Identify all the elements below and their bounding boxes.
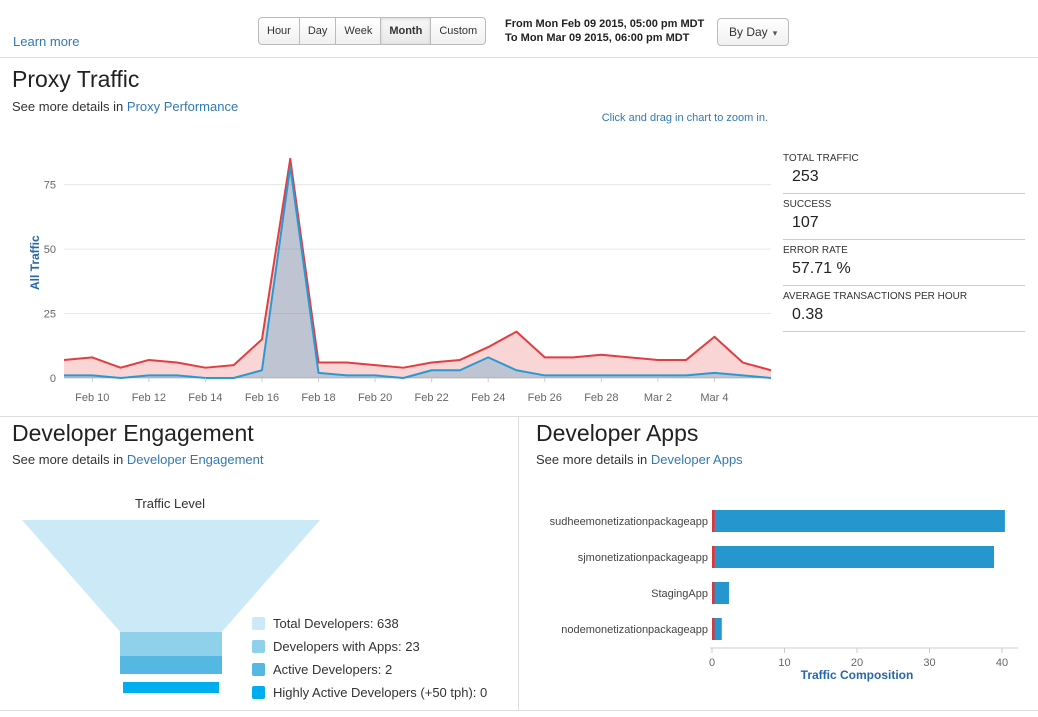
- svg-text:50: 50: [44, 244, 56, 256]
- dev-apps-subtitle-text: See more details in: [536, 452, 648, 467]
- svg-text:0: 0: [50, 373, 56, 385]
- svg-text:StagingApp: StagingApp: [651, 588, 708, 600]
- svg-text:sjmonetizationpackageapp: sjmonetizationpackageapp: [578, 552, 708, 564]
- svg-text:Feb 28: Feb 28: [584, 392, 618, 404]
- date-from-text: From Mon Feb 09 2015, 05:00 pm MDT: [505, 18, 705, 30]
- panel-divider: [518, 417, 519, 710]
- proxy-traffic-chart[interactable]: 0 25 50 75 Feb 10 Feb 12 Feb 14 Feb 16 Feb 18 Feb…: [18, 130, 783, 410]
- funnel-legend: Total Developers: 638 Developers with Ap…: [252, 616, 487, 708]
- date-to-text: To Mon Mar 09 2015, 06:00 pm MDT: [505, 32, 690, 44]
- svg-text:nodemonetizationpackageapp: nodemonetizationpackageapp: [561, 624, 708, 636]
- developer-apps-link[interactable]: Developer Apps: [651, 452, 743, 467]
- range-hour-button[interactable]: Hour: [258, 17, 300, 45]
- svg-text:Feb 24: Feb 24: [471, 392, 505, 404]
- legend-item-total-developers: Total Developers: 638: [252, 616, 487, 631]
- legend-label: Total Developers: 638: [273, 616, 399, 631]
- svg-text:75: 75: [44, 180, 56, 192]
- svg-text:Mar 2: Mar 2: [644, 392, 672, 404]
- section-divider: [0, 416, 1038, 417]
- range-month-button[interactable]: Month: [380, 17, 432, 45]
- legend-item-highly-active-developers: Highly Active Developers (+50 tph): 0: [252, 685, 487, 700]
- stat-label: ERROR RATE: [783, 245, 848, 256]
- svg-text:Feb 10: Feb 10: [75, 392, 109, 404]
- stat-total-traffic: TOTAL TRAFFIC 253: [783, 148, 1025, 194]
- svg-text:Mar 4: Mar 4: [700, 392, 728, 404]
- legend-swatch: [252, 617, 265, 630]
- group-by-label: By Day: [729, 25, 768, 39]
- learn-more-link[interactable]: Learn more: [13, 34, 79, 49]
- stat-value: 107: [792, 214, 819, 231]
- range-week-button[interactable]: Week: [335, 17, 382, 45]
- svg-text:Feb 20: Feb 20: [358, 392, 392, 404]
- legend-label: Active Developers: 2: [273, 662, 393, 677]
- funnel-stage-active-developers: [120, 656, 222, 674]
- stat-value: 0.38: [792, 306, 824, 323]
- funnel-stage-highly-active-developers: [123, 682, 219, 693]
- legend-item-developers-with-apps: Developers with Apps: 23: [252, 639, 487, 654]
- svg-text:Feb 18: Feb 18: [301, 392, 335, 404]
- stat-error-rate: ERROR RATE 57.71 %: [783, 240, 1025, 286]
- developer-apps-chart[interactable]: 0 10 20 30 40 sudheemonetizationpackageapp sjm…: [524, 492, 1030, 670]
- legend-item-active-developers: Active Developers: 2: [252, 662, 487, 677]
- proxy-stats-panel: TOTAL TRAFFIC 253 SUCCESS 107 ERROR RATE…: [783, 148, 1025, 332]
- stat-label: TOTAL TRAFFIC: [783, 153, 859, 164]
- developer-engagement-link[interactable]: Developer Engagement: [127, 452, 264, 467]
- stat-success: SUCCESS 107: [783, 194, 1025, 240]
- proxy-performance-link[interactable]: Proxy Performance: [127, 99, 238, 114]
- developer-apps-subtitle: See more details in Developer Apps: [536, 452, 743, 467]
- svg-text:Feb 26: Feb 26: [528, 392, 562, 404]
- legend-label: Highly Active Developers (+50 tph): 0: [273, 685, 488, 700]
- legend-swatch: [252, 686, 265, 699]
- legend-swatch: [252, 663, 265, 676]
- time-range-segmented-control: Hour Day Week Month Custom: [258, 17, 487, 45]
- date-range-display: From Mon Feb 09 2015, 05:00 pm MDT To Mo…: [505, 17, 704, 45]
- proxy-subtitle-text: See more details in: [12, 99, 124, 114]
- developer-apps-title: Developer Apps: [536, 420, 699, 446]
- header-divider: [0, 57, 1038, 58]
- svg-text:Feb 14: Feb 14: [188, 392, 222, 404]
- footer-divider: [0, 710, 1038, 711]
- dev-engagement-subtitle-text: See more details in: [12, 452, 124, 467]
- funnel-title: Traffic Level: [134, 496, 206, 511]
- legend-swatch: [252, 640, 265, 653]
- developer-engagement-subtitle: See more details in Developer Engagement: [12, 452, 264, 467]
- svg-text:Feb 12: Feb 12: [132, 392, 166, 404]
- stat-label: SUCCESS: [783, 199, 832, 210]
- analytics-dashboard: Learn more Hour Day Week Month Custom Fr…: [0, 0, 1038, 717]
- svg-text:Feb 22: Feb 22: [415, 392, 449, 404]
- apps-chart-x-axis-label: Traffic Composition: [800, 668, 914, 682]
- developer-engagement-title: Developer Engagement: [12, 420, 254, 446]
- svg-text:25: 25: [44, 309, 56, 321]
- funnel-stage-developers-with-apps: [120, 632, 222, 656]
- proxy-traffic-title: Proxy Traffic: [12, 66, 140, 92]
- group-by-dropdown[interactable]: By Day ▾: [717, 18, 790, 46]
- stat-label: AVERAGE TRANSACTIONS PER HOUR: [783, 291, 968, 302]
- stat-avg-tph: AVERAGE TRANSACTIONS PER HOUR 0.38: [783, 286, 1025, 332]
- svg-text:Feb 16: Feb 16: [245, 392, 279, 404]
- stat-value: 57.71 %: [792, 260, 851, 277]
- svg-text:sudheemonetizationpackageapp: sudheemonetizationpackageapp: [550, 516, 708, 528]
- zoom-hint-text: Click and drag in chart to zoom in.: [601, 112, 768, 124]
- caret-down-icon: ▾: [772, 28, 778, 38]
- stat-value: 253: [792, 168, 819, 185]
- legend-label: Developers with Apps: 23: [273, 639, 420, 654]
- range-day-button[interactable]: Day: [298, 17, 337, 45]
- proxy-traffic-subtitle: See more details in Proxy Performance: [12, 99, 238, 114]
- range-custom-button[interactable]: Custom: [430, 17, 487, 45]
